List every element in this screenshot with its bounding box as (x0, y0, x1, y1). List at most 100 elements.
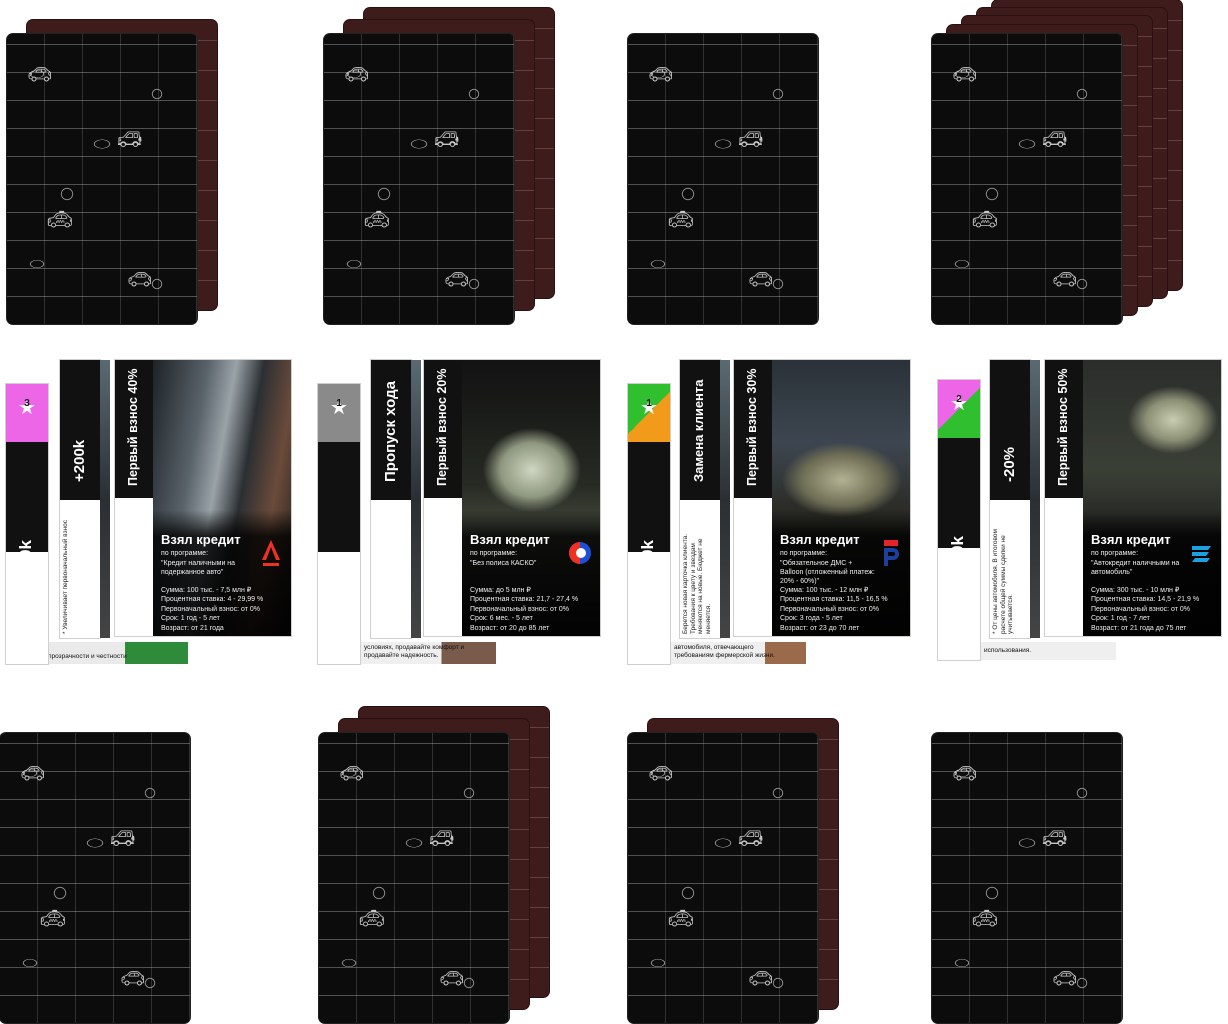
modifier-band: -20% (990, 360, 1030, 500)
modifier-band: +200k (60, 360, 100, 500)
card-group-2: условиях, продавайте комфорт и продавайт… (318, 356, 618, 668)
term-line: Сумма: до 5 млн ₽ (470, 587, 531, 594)
offer-band: Первый взнос 40% (115, 360, 153, 498)
client-card[interactable]: ★ 3 2 250k (6, 384, 48, 664)
modifier-band: Замена клиента (680, 360, 720, 500)
star-badge: ★ 2 (938, 380, 980, 438)
sovcombank-logo (569, 542, 591, 564)
down-payment-title: Первый взнос 40% (126, 368, 140, 486)
card-group-1: прозрачности и честности ★ 3 2 250k +200… (6, 356, 306, 668)
program-name: "Обязательное ДМС + Balloon (отложенный … (780, 560, 875, 585)
modifier-title: -20% (1001, 446, 1018, 482)
term-line: Срок: 1 год - 5 лет (161, 615, 220, 623)
card-image-edge (1030, 360, 1040, 638)
loan-offer-card[interactable]: Первый взнос 40% Взял кредит по программ… (115, 360, 291, 636)
bank-stripes-logo (1192, 546, 1211, 562)
client-card-edge: автомобиля, отвечающего требованиям ферм… (670, 642, 806, 664)
term-line: Возраст: от 20 до 85 лет (470, 624, 550, 632)
loan-offer-card[interactable]: Первый взнос 50% Взял кредит по программ… (1045, 360, 1221, 636)
down-payment-title: Первый взнос 20% (435, 368, 449, 486)
alfa-bank-logo (262, 540, 280, 566)
offer-band: Первый взнос 20% (424, 360, 462, 498)
term-line: Возраст: от 21 года до 75 лет (1091, 624, 1187, 632)
term-line: Процентная ставка: 14,5 - 21,9 % (1091, 596, 1200, 604)
loan-offer-card[interactable]: Первый взнос 20% Взял кредит по программ… (424, 360, 600, 636)
term-line: Возраст: от 21 года (161, 624, 224, 632)
bank-p-logo (884, 540, 899, 566)
offer-band: Первый взнос 30% (734, 360, 772, 498)
star-badge: ★ 1 (318, 384, 360, 442)
term-line: Первоначальный взнос: от 0% (780, 605, 879, 613)
card-back[interactable]: 🚗︎ 🚙︎ 🚕︎ 🚗︎ (0, 733, 190, 1023)
program-label: по программе: (161, 550, 209, 557)
card-back[interactable]: 🚗︎ 🚙︎ 🚕︎ 🚗︎ (7, 34, 197, 324)
term-line: Возраст: от 23 до 70 лет (780, 624, 860, 632)
card-group-3: автомобиля, отвечающего требованиям ферм… (628, 356, 928, 668)
program-name: "Автокредит наличными на автомобиль" (1091, 560, 1180, 576)
card-back[interactable]: 🚗︎ 🚙︎ 🚕︎ 🚗︎ (932, 34, 1122, 324)
modifier-card[interactable]: +200k * Увеличивает первоначальный взнос (60, 360, 110, 638)
program-name: "Кредит наличными на подержанное авто" (161, 560, 236, 576)
down-payment-title: Первый взнос 30% (745, 368, 759, 486)
modifier-card[interactable]: -20% * От цены автомобиля. В итоговом ра… (990, 360, 1040, 638)
client-budget: 2 250k (16, 540, 35, 592)
modifier-band: Пропуск хода (371, 360, 411, 500)
modifier-card[interactable]: Пропуск хода (371, 360, 421, 638)
client-card-edge: использования. (980, 642, 1116, 660)
modifier-note: Берется новая карточка клиента. Требован… (682, 533, 712, 634)
loan-terms: Сумма: 300 тыс. - 10 млн ₽ Процентная ст… (1091, 586, 1199, 633)
star-count: 1 (646, 398, 652, 409)
term-line: Процентная ставка: 4 - 29,99 % (161, 596, 264, 604)
loan-terms: Сумма: 100 тыс. - 7,5 млн ₽ Процентная с… (161, 586, 263, 633)
took-loan-label: Взял кредит (161, 532, 241, 547)
card-back[interactable]: 🚗︎ 🚙︎ 🚕︎ 🚗︎ (324, 34, 514, 324)
client-card[interactable]: ★ 1 800k (318, 384, 360, 664)
offer-band: Первый взнос 50% (1045, 360, 1083, 498)
card-back[interactable]: 🚗︎ 🚙︎ 🚕︎ 🚗︎ (628, 34, 818, 324)
modifier-note: * Увеличивает первоначальный взнос (62, 520, 69, 634)
client-budget: 800k (328, 554, 347, 592)
client-card-text: использования. (984, 647, 1032, 654)
program-label: по программе: (780, 550, 828, 557)
star-count: 1 (336, 398, 342, 409)
client-card-text: автомобиля, отвечающего требованиям ферм… (674, 644, 775, 659)
client-card-edge: условиях, продавайте комфорт и продавайт… (360, 642, 496, 664)
price-band: 1 200k (938, 438, 980, 588)
took-loan-label: Взял кредит (780, 532, 860, 547)
term-line: Срок: 6 мес. - 5 лет (470, 615, 533, 623)
term-line: Процентная ставка: 21,7 - 27,4 % (470, 596, 579, 604)
client-card-text: прозрачности и честности (48, 653, 127, 660)
price-band: 1 000k (628, 442, 670, 592)
client-card-text: условиях, продавайте комфорт и продавайт… (364, 644, 465, 659)
term-line: Срок: 1 год - 7 лет (1091, 615, 1150, 623)
client-card[interactable]: ★ 2 1 200k (938, 380, 980, 660)
term-line: Сумма: 100 тыс. - 12 млн ₽ (780, 587, 869, 594)
term-line: Первоначальный взнос: от 0% (1091, 605, 1190, 613)
term-line: Процентная ставка: 11,5 - 16,5 % (780, 596, 888, 604)
card-back[interactable]: 🚗︎ 🚙︎ 🚕︎ 🚗︎ (932, 733, 1122, 1023)
card-image-edge (100, 360, 110, 638)
star-count: 2 (956, 394, 962, 405)
term-line: Первоначальный взнос: от 0% (161, 605, 260, 613)
took-loan-label: Взял кредит (1091, 532, 1171, 547)
program-name: "Без полиса КАСКО" (470, 560, 537, 567)
term-line: Сумма: 100 тыс. - 7,5 млн ₽ (161, 587, 252, 594)
modifier-note: * От цены автомобиля. В итоговом расчете… (992, 529, 1014, 634)
loan-offer-card[interactable]: Первый взнос 30% Взял кредит по программ… (734, 360, 910, 636)
star-badge: ★ 1 (628, 384, 670, 442)
price-band: 2 250k (6, 442, 48, 592)
program-label: по программе: (1091, 550, 1139, 557)
card-back[interactable]: 🚗︎ 🚙︎ 🚕︎ 🚗︎ (628, 733, 818, 1023)
program-label: по программе: (470, 550, 518, 557)
star-count: 3 (24, 398, 30, 409)
client-card[interactable]: ★ 1 1 000k (628, 384, 670, 664)
star-badge: ★ 3 (6, 384, 48, 442)
modifier-title: Замена клиента (691, 379, 706, 482)
client-budget: 1 200k (948, 536, 967, 588)
loan-terms: Сумма: до 5 млн ₽ Процентная ставка: 21,… (470, 586, 578, 633)
card-back[interactable]: 🚗︎ 🚙︎ 🚕︎ 🚗︎ (319, 733, 509, 1023)
term-line: Сумма: 300 тыс. - 10 млн ₽ (1091, 587, 1180, 594)
modifier-card[interactable]: Замена клиента Берется новая карточка кл… (680, 360, 730, 638)
loan-terms: Сумма: 100 тыс. - 12 млн ₽ Процентная ст… (780, 586, 888, 633)
modifier-title: +200k (71, 439, 88, 482)
